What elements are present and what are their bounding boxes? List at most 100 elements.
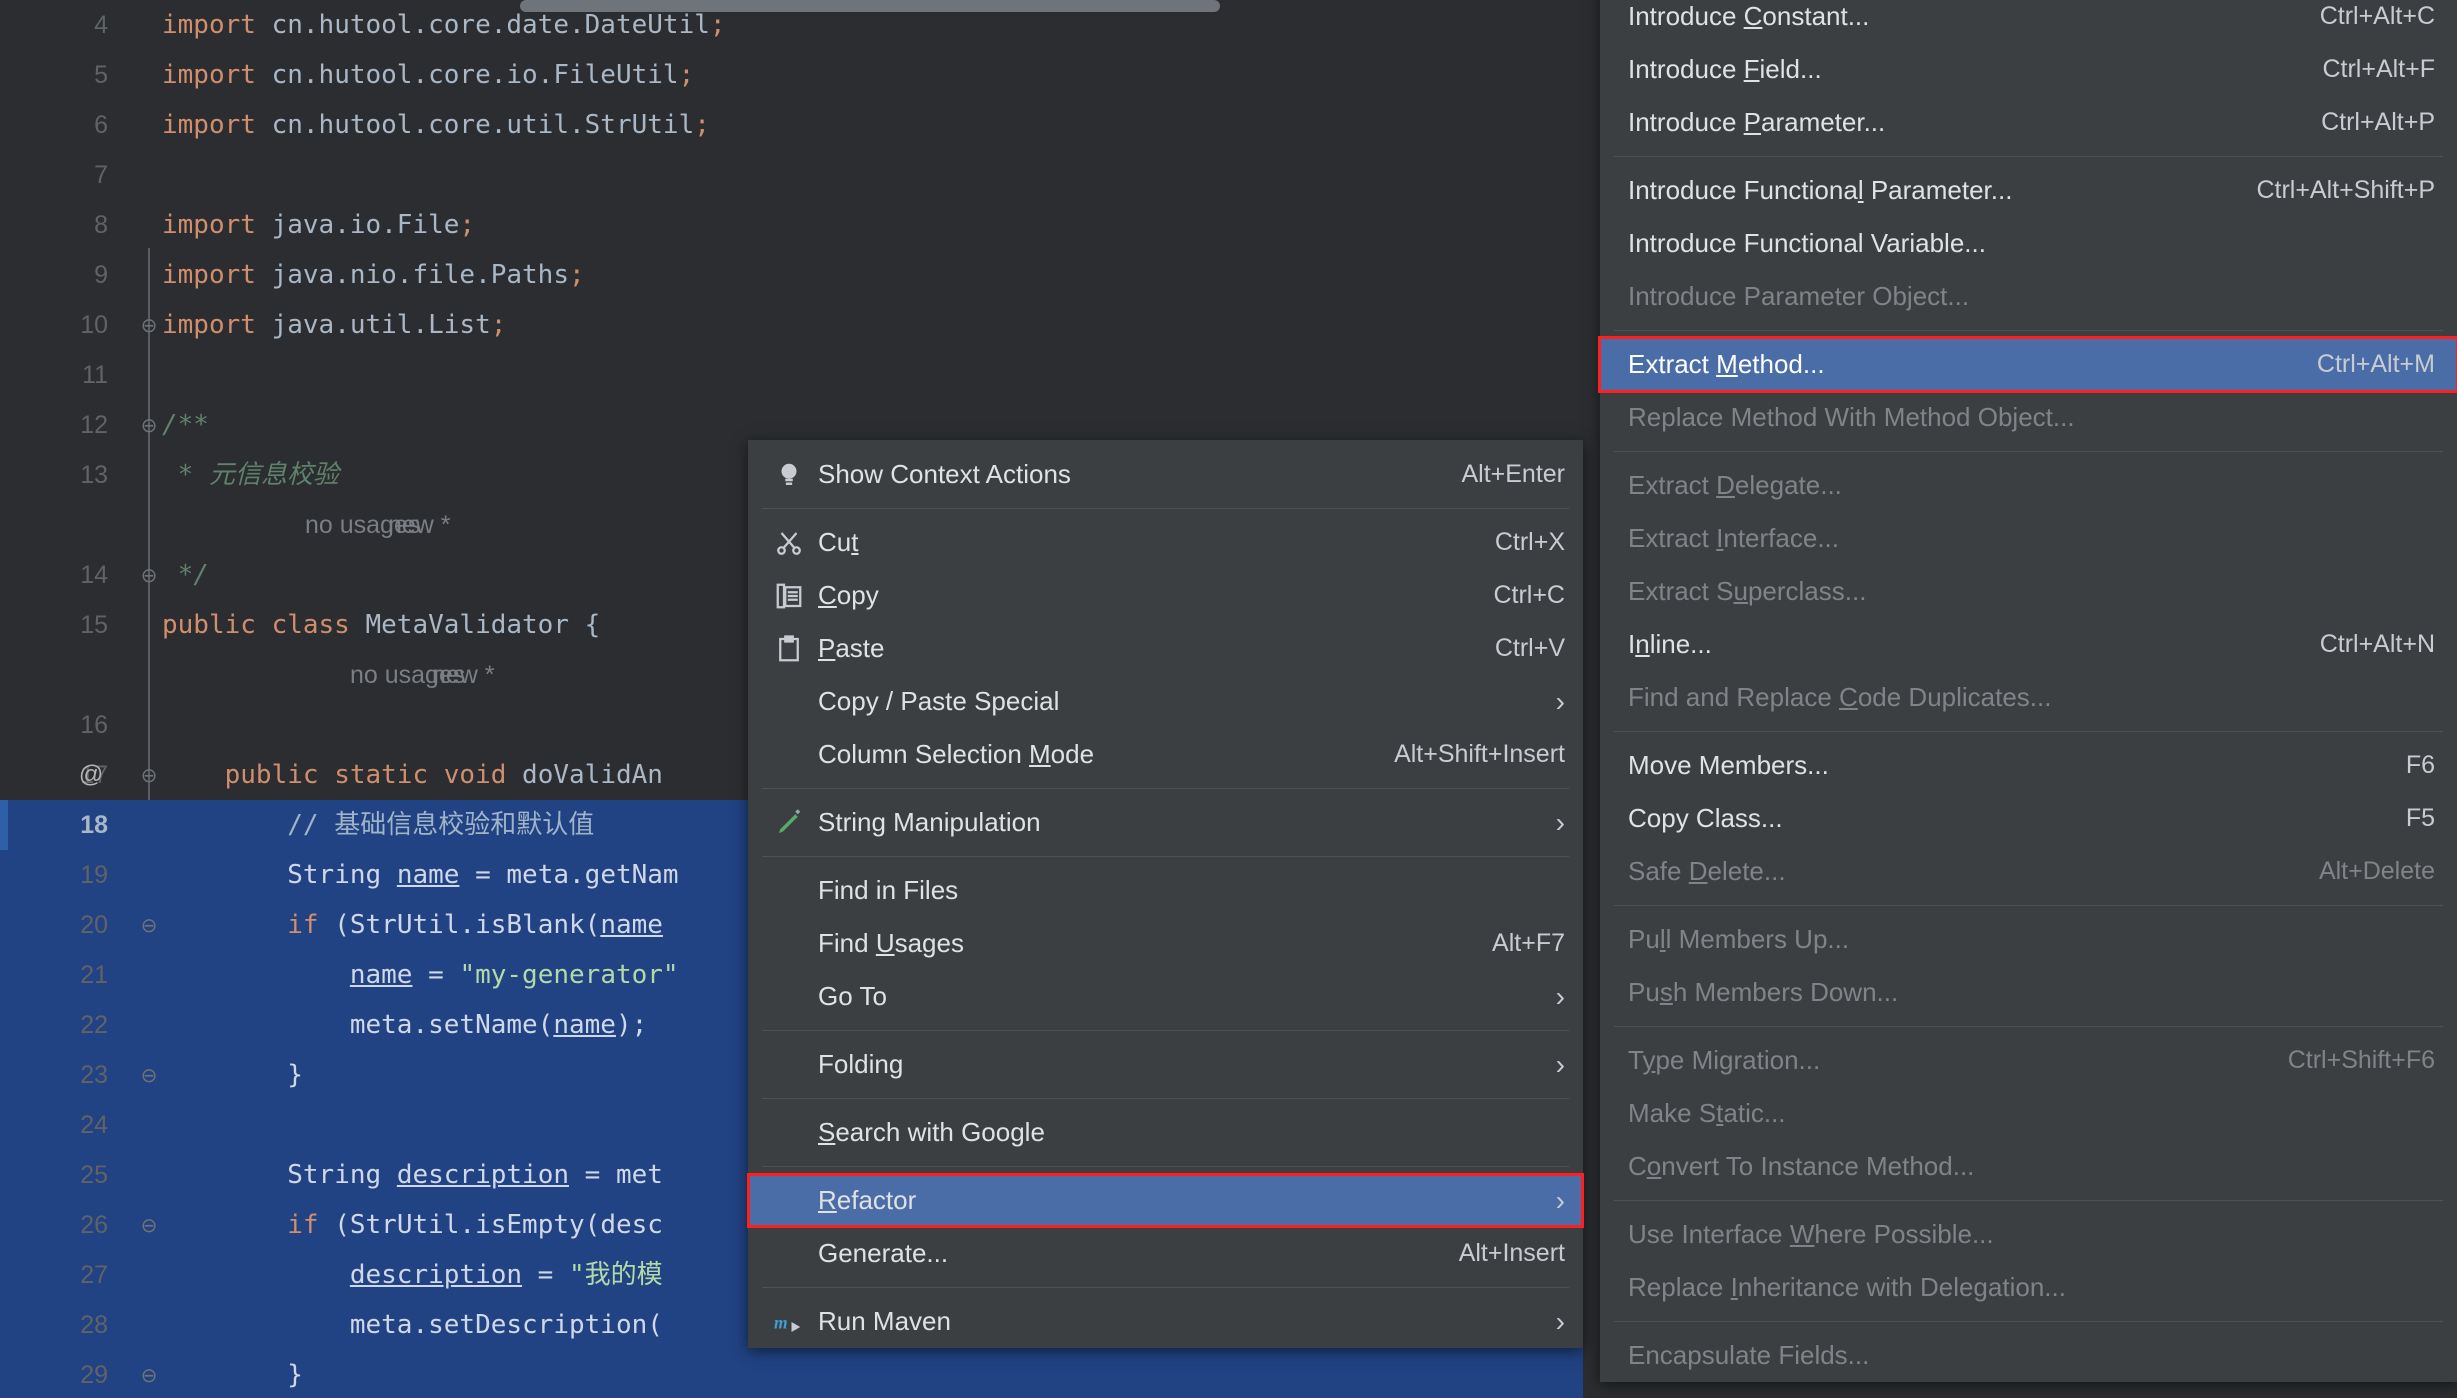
context-menu-item[interactable]: Refactor › (747, 1173, 1584, 1228)
line-number: 25 (80, 1161, 108, 1189)
horizontal-scrollbar[interactable] (520, 0, 1220, 12)
fold-toggle-icon[interactable]: ⊖ (138, 1050, 160, 1100)
fold-toggle-icon[interactable]: ⊖ (138, 750, 160, 800)
code-text: public class MetaValidator { (162, 610, 601, 640)
refactor-menu-item: Use Interface Where Possible... (1600, 1208, 2457, 1261)
refactor-menu-item[interactable]: Introduce Functional Parameter... Ctrl+Al… (1600, 164, 2457, 217)
menu-item-label: Search with Google (818, 1117, 1045, 1147)
submenu-separator (1614, 156, 2443, 157)
context-menu-item[interactable]: Paste Ctrl+V (748, 622, 1583, 675)
editor-context-menu[interactable]: Show Context Actions Alt+Enter Cut Ctrl+X Co… (747, 440, 1584, 1348)
menu-item-label: Show Context Actions (818, 459, 1071, 489)
menu-item-icon: m (770, 1307, 808, 1337)
refactor-item-shortcut: F5 (2405, 804, 2435, 832)
menu-item-label: Refactor (818, 1185, 917, 1215)
code-line[interactable]: 8 import java.io.File; (0, 200, 1583, 250)
code-line[interactable]: 29 ⊖ } (0, 1350, 1583, 1398)
code-text: String name = meta.getNam (287, 860, 679, 890)
annotation-gutter-icon[interactable]: @ (78, 750, 104, 800)
line-number: 11 (82, 361, 108, 389)
code-line[interactable]: 11 (0, 350, 1583, 400)
inlay-hint: new * (388, 511, 451, 539)
refactor-item-label: Extract Method... (1628, 349, 1825, 379)
fold-toggle-icon[interactable]: ⊖ (138, 1350, 160, 1398)
refactor-menu-item[interactable]: Extract Method... Ctrl+Alt+M (1598, 336, 2457, 393)
code-text: import java.nio.file.Paths; (162, 260, 585, 290)
refactor-submenu[interactable]: Introduce Constant... Ctrl+Alt+C Introduce… (1598, 0, 2457, 1382)
fold-toggle-icon[interactable]: ⊖ (138, 900, 160, 950)
scissors-icon (774, 528, 804, 558)
context-menu-item[interactable]: Show Context Actions Alt+Enter (748, 448, 1583, 501)
refactor-menu-item: Introduce Parameter Object... (1600, 270, 2457, 323)
menu-separator (762, 1098, 1569, 1099)
refactor-item-label: Convert To Instance Method... (1628, 1151, 1975, 1181)
refactor-item-label: Replace Method With Method Object... (1628, 402, 2075, 432)
refactor-item-label: Push Members Down... (1628, 977, 1899, 1007)
fold-toggle-icon[interactable]: ⊖ (138, 400, 160, 450)
line-number: 15 (80, 611, 108, 639)
code-text: // 基础信息校验和默认值 (287, 810, 595, 840)
submenu-separator (1614, 731, 2443, 732)
refactor-item-label: Find and Replace Code Duplicates... (1628, 682, 2052, 712)
context-menu-item[interactable]: Column Selection Mode Alt+Shift+Insert (748, 728, 1583, 781)
context-menu-item[interactable]: Find in Files (748, 864, 1583, 917)
refactor-menu-item[interactable]: Copy Class... F5 (1600, 792, 2457, 845)
menu-item-shortcut: Alt+Insert (1458, 1239, 1565, 1267)
refactor-menu-item[interactable]: Move Members... F6 (1600, 739, 2457, 792)
line-number: 5 (94, 61, 108, 89)
context-menu-item[interactable]: Folding › (748, 1038, 1583, 1091)
code-line[interactable]: 9 import java.nio.file.Paths; (0, 250, 1583, 300)
refactor-item-label: Make Static... (1628, 1098, 1786, 1128)
refactor-menu-item[interactable]: Introduce Parameter... Ctrl+Alt+P (1600, 96, 2457, 149)
line-number: 21 (80, 961, 108, 989)
context-menu-item[interactable]: Find Usages Alt+F7 (748, 917, 1583, 970)
chevron-right-icon: › (1555, 1305, 1565, 1337)
context-menu-item[interactable]: Generate... Alt+Insert (748, 1227, 1583, 1280)
refactor-menu-item: Convert To Instance Method... (1600, 1140, 2457, 1193)
code-line[interactable]: 7 (0, 150, 1583, 200)
refactor-item-shortcut: F6 (2405, 751, 2435, 779)
menu-item-label: Paste (818, 633, 885, 663)
menu-separator (762, 1287, 1569, 1288)
submenu-separator (1614, 451, 2443, 452)
code-text: if (StrUtil.isBlank(name (287, 910, 663, 940)
refactor-item-label: Extract Superclass... (1628, 576, 1867, 606)
refactor-menu-item: Extract Interface... (1600, 512, 2457, 565)
code-text: import cn.hutool.core.util.StrUtil; (162, 110, 710, 140)
pencil-icon (774, 808, 804, 838)
context-menu-item[interactable]: Cut Ctrl+X (748, 516, 1583, 569)
context-menu-item[interactable]: Go To › (748, 970, 1583, 1023)
refactor-menu-item[interactable]: Inline... Ctrl+Alt+N (1600, 618, 2457, 671)
code-text: * 元信息校验 (162, 460, 339, 490)
fold-toggle-icon[interactable]: ⊖ (138, 550, 160, 600)
refactor-menu-item[interactable]: Introduce Field... Ctrl+Alt+F (1600, 43, 2457, 96)
context-menu-item[interactable]: Copy Ctrl+C (748, 569, 1583, 622)
refactor-item-label: Extract Interface... (1628, 523, 1839, 553)
code-text: meta.setName(name); (162, 1010, 648, 1040)
context-menu-item[interactable]: Search with Google (748, 1106, 1583, 1159)
menu-item-shortcut: Alt+Shift+Insert (1394, 740, 1565, 768)
menu-separator (762, 856, 1569, 857)
code-line[interactable]: 5 import cn.hutool.core.io.FileUtil; (0, 50, 1583, 100)
menu-separator (762, 788, 1569, 789)
fold-toggle-icon[interactable]: ⊖ (138, 1200, 160, 1250)
line-number: 19 (80, 861, 108, 889)
line-number: 12 (80, 411, 108, 439)
context-menu-item[interactable]: m Run Maven › (748, 1295, 1583, 1348)
menu-item-label: Run Maven (818, 1306, 951, 1336)
menu-separator (762, 508, 1569, 509)
clipboard-icon (774, 634, 804, 664)
line-number: 26 (80, 1211, 108, 1239)
refactor-menu-item[interactable]: Introduce Constant... Ctrl+Alt+C (1600, 0, 2457, 43)
refactor-menu-item[interactable]: Introduce Functional Variable... (1600, 217, 2457, 270)
context-menu-item[interactable]: String Manipulation › (748, 796, 1583, 849)
code-line[interactable]: 10 ⊖ import java.util.List; (0, 300, 1583, 350)
code-line[interactable]: 6 import cn.hutool.core.util.StrUtil; (0, 100, 1583, 150)
lightbulb-icon (774, 460, 804, 490)
menu-item-icon (770, 528, 808, 558)
fold-toggle-icon[interactable]: ⊖ (138, 300, 160, 350)
refactor-item-label: Use Interface Where Possible... (1628, 1219, 1994, 1249)
line-number: 16 (80, 711, 108, 739)
context-menu-item[interactable]: Copy / Paste Special › (748, 675, 1583, 728)
line-number: 14 (80, 561, 108, 589)
